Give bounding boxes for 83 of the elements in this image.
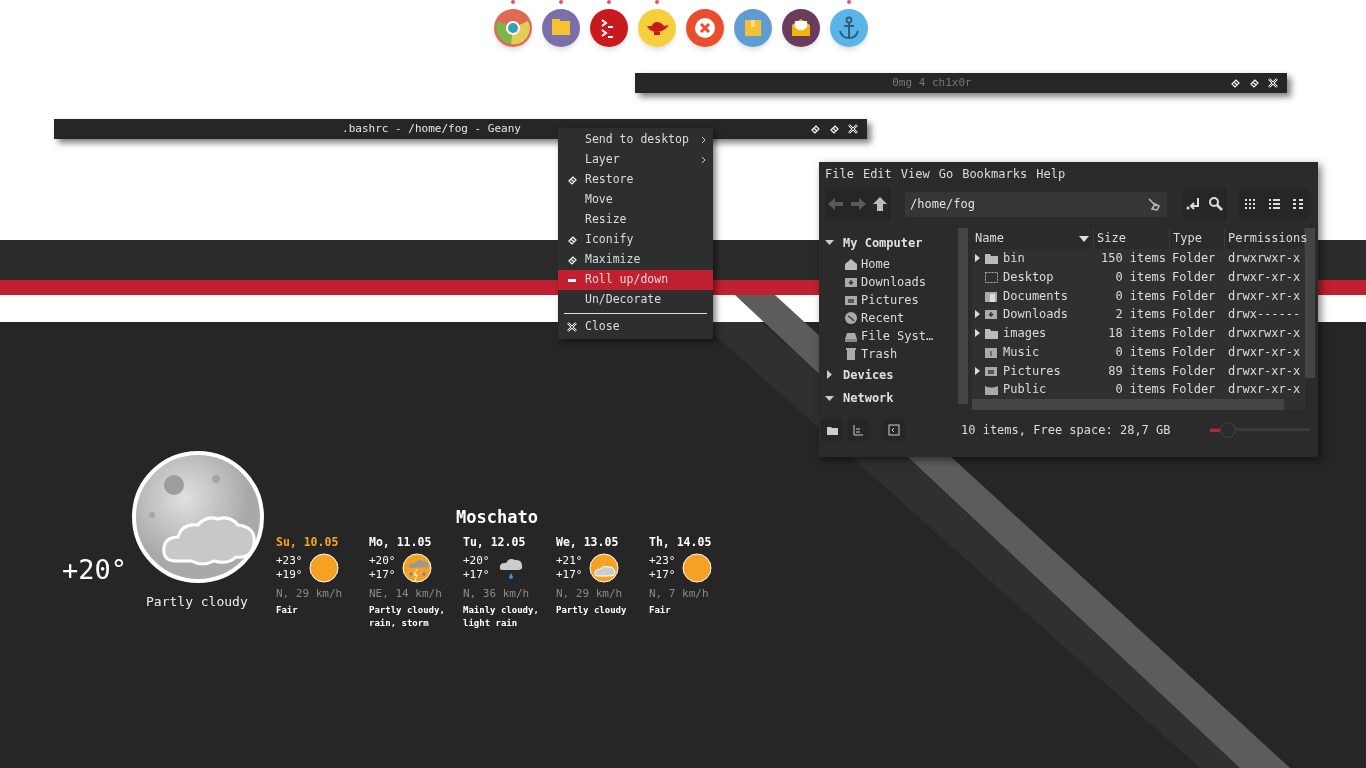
sidebar-section-label: My Computer xyxy=(843,234,923,252)
high-temperature: +20° xyxy=(369,554,397,569)
wind: N, 36 km/h xyxy=(463,586,531,603)
low-temperature: +17° xyxy=(463,568,491,583)
file-permissions: drwxr-xr-x xyxy=(1227,362,1302,380)
city-name: Moschato xyxy=(455,506,539,529)
forecast-date: Th, 14.05 xyxy=(649,534,713,551)
file-permissions: drwxrwxr-x xyxy=(1227,325,1302,343)
forecast-date: Mo, 11.05 xyxy=(369,534,433,551)
file-name: Public xyxy=(1003,381,1047,399)
menu-item-label: Maximize xyxy=(585,251,642,269)
file-size: 0 items xyxy=(1114,268,1167,286)
file-permissions: drwxr-xr-x xyxy=(1227,343,1302,361)
window-title: 0mg 4 ch1x0r xyxy=(891,74,973,91)
file-type: Folder xyxy=(1171,250,1217,267)
file-type: Folder xyxy=(1171,268,1217,286)
forecast-condition: Mainly cloudy, light rain xyxy=(463,603,540,630)
file-name: bin xyxy=(1003,250,1025,267)
forecast-date: Tu, 12.05 xyxy=(463,534,527,551)
file-size: 0 items xyxy=(1114,343,1167,361)
current-condition: Partly cloudy xyxy=(146,593,248,611)
file-type: Folder xyxy=(1171,362,1217,380)
low-temperature: +19° xyxy=(276,568,304,583)
file-size: 89 items xyxy=(1107,362,1167,380)
file-size: 150 items xyxy=(1099,250,1167,267)
menu-item-label: Layer xyxy=(585,151,621,169)
menu-item-label: Move xyxy=(585,191,614,209)
file-name: Desktop xyxy=(1003,268,1054,286)
file-name: Downloads xyxy=(1003,306,1069,324)
status-text: 10 items, Free space: 28,7 GB xyxy=(961,422,1171,439)
sidebar-item-label: Recent xyxy=(861,309,905,327)
high-temperature: +23° xyxy=(276,554,304,569)
sidebar-section-label: Network xyxy=(843,390,894,408)
sidebar-item-label: Pictures xyxy=(861,291,919,309)
file-permissions: drwxr-xr-x xyxy=(1227,268,1302,286)
menu-item-label: Close xyxy=(585,318,621,336)
column-header-label: Size xyxy=(1097,230,1126,248)
column-header-label: Name xyxy=(975,230,1004,248)
forecast-condition: Partly cloudy, rain, storm xyxy=(369,603,446,630)
low-temperature: +17° xyxy=(369,568,397,583)
forecast-condition: Fair xyxy=(649,603,672,617)
menu-item-label: Iconify xyxy=(585,231,635,249)
file-type: Folder xyxy=(1171,381,1217,399)
high-temperature: +23° xyxy=(649,554,677,569)
file-permissions: drwxr-xr-x xyxy=(1227,287,1302,305)
file-size: 18 items xyxy=(1107,325,1167,343)
file-name: Pictures xyxy=(1003,362,1061,380)
file-permissions: drwxrwxr-x xyxy=(1227,250,1302,267)
menu-item-label: Roll up/down xyxy=(585,271,670,289)
sidebar-item-label: Downloads xyxy=(861,273,927,291)
forecast-condition: Partly cloudy xyxy=(556,603,628,617)
menu-item-label: Un/Decorate xyxy=(585,291,663,309)
sidebar-item-label: Home xyxy=(861,255,890,273)
file-size: 0 items xyxy=(1114,381,1167,399)
file-name: Music xyxy=(1003,343,1040,361)
wind: NE, 14 km/h xyxy=(369,586,443,603)
file-size: 2 items xyxy=(1114,306,1167,324)
sidebar-section-label: Devices xyxy=(843,366,894,384)
file-size: 0 items xyxy=(1114,287,1167,305)
high-temperature: +21° xyxy=(556,554,584,569)
menu-item-label: Resize xyxy=(585,211,628,229)
wind: N, 7 km/h xyxy=(649,586,710,603)
wind: N, 29 km/h xyxy=(276,586,344,603)
sidebar-item-label: Trash xyxy=(861,345,898,363)
file-type: Folder xyxy=(1171,343,1217,361)
high-temperature: +20° xyxy=(463,554,491,569)
current-temperature: +20° xyxy=(62,553,128,587)
file-name: images xyxy=(1003,325,1047,343)
forecast-condition: Fair xyxy=(276,603,299,617)
low-temperature: +17° xyxy=(649,568,677,583)
wind: N, 29 km/h xyxy=(556,586,624,603)
menu-item-label: Restore xyxy=(585,171,635,189)
file-name: Documents xyxy=(1003,287,1069,305)
file-type: Folder xyxy=(1171,325,1217,343)
sidebar-item-label: File Syst… xyxy=(861,327,934,345)
file-type: Folder xyxy=(1171,287,1217,305)
file-type: Folder xyxy=(1171,306,1217,324)
forecast-date: Su, 10.05 xyxy=(276,534,340,551)
column-header-label: Type xyxy=(1173,230,1202,248)
forecast-date: We, 13.05 xyxy=(556,534,620,551)
low-temperature: +17° xyxy=(556,568,584,583)
file-permissions: drwx------ xyxy=(1227,306,1302,324)
file-permissions: drwxr-xr-x xyxy=(1227,381,1302,399)
